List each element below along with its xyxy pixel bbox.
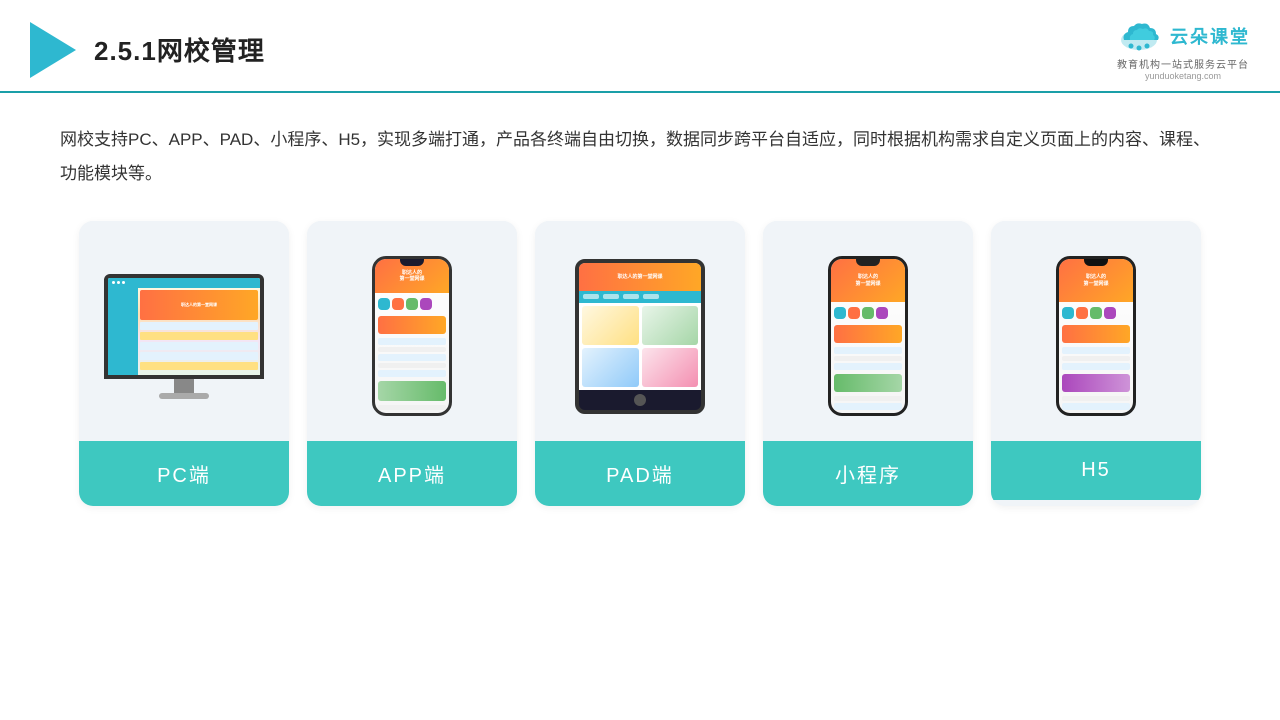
- page-title: 2.5.1网校管理: [94, 31, 265, 68]
- h5-card: 职达人的第一堂网课: [991, 221, 1201, 506]
- miniprogram-phone: 职达人的第一堂网课: [828, 256, 908, 416]
- pad-card: 职达人的第一堂网课: [535, 221, 745, 506]
- logo-triangle-icon: [30, 22, 76, 78]
- phone-mockup: 职达人的第一堂网课: [372, 256, 452, 416]
- cloud-logo: 云朵课堂: [1116, 18, 1250, 54]
- brand-tagline: 教育机构一站式服务云平台: [1117, 56, 1249, 71]
- header-right: 云朵课堂 教育机构一站式服务云平台 yunduoketang.com: [1116, 18, 1250, 81]
- cards-container: 职达人的第一堂网课: [60, 221, 1220, 506]
- phone: 职达人的第一堂网课: [372, 256, 452, 416]
- h5-image-area: 职达人的第一堂网课: [991, 221, 1201, 441]
- h5-screen: 职达人的第一堂网课: [1059, 259, 1133, 413]
- brand-name: 云朵课堂: [1170, 23, 1250, 49]
- pc-mockup: 职达人的第一堂网课: [104, 274, 264, 399]
- app-card: 职达人的第一堂网课: [307, 221, 517, 506]
- pad-image-area: 职达人的第一堂网课: [535, 221, 745, 441]
- brand-domain: yunduoketang.com: [1145, 71, 1221, 81]
- miniprogram-card: 职达人的第一堂网课: [763, 221, 973, 506]
- pad-label: PAD端: [535, 441, 745, 506]
- app-image-area: 职达人的第一堂网课: [307, 221, 517, 441]
- page-header: 2.5.1网校管理 云朵课堂 教育机构一站式服务云平台 yunduoketang…: [0, 0, 1280, 93]
- app-label: APP端: [307, 441, 517, 506]
- pad-mockup: 职达人的第一堂网课: [575, 259, 705, 414]
- description-text: 网校支持PC、APP、PAD、小程序、H5，实现多端打通，产品各终端自由切换，数…: [60, 123, 1220, 191]
- h5-phone: 职达人的第一堂网课: [1056, 256, 1136, 416]
- main-content: 网校支持PC、APP、PAD、小程序、H5，实现多端打通，产品各终端自由切换，数…: [0, 93, 1280, 526]
- monitor: 职达人的第一堂网课: [104, 274, 264, 379]
- pad: 职达人的第一堂网课: [575, 259, 705, 414]
- h5-label: H5: [991, 441, 1201, 500]
- monitor-screen: 职达人的第一堂网课: [108, 278, 260, 375]
- miniprogram-phone-mockup: 职达人的第一堂网课: [828, 256, 908, 416]
- miniprogram-label: 小程序: [763, 441, 973, 506]
- pc-card: 职达人的第一堂网课: [79, 221, 289, 506]
- header-left: 2.5.1网校管理: [30, 22, 265, 78]
- miniprogram-image-area: 职达人的第一堂网课: [763, 221, 973, 441]
- phone-screen: 职达人的第一堂网课: [375, 259, 449, 413]
- pc-image-area: 职达人的第一堂网课: [79, 221, 289, 441]
- miniprogram-screen: 职达人的第一堂网课: [831, 259, 905, 413]
- cloud-icon: [1116, 18, 1162, 54]
- pc-label: PC端: [79, 441, 289, 506]
- pad-screen: 职达人的第一堂网课: [579, 263, 701, 390]
- h5-phone-mockup: 职达人的第一堂网课: [1056, 256, 1136, 416]
